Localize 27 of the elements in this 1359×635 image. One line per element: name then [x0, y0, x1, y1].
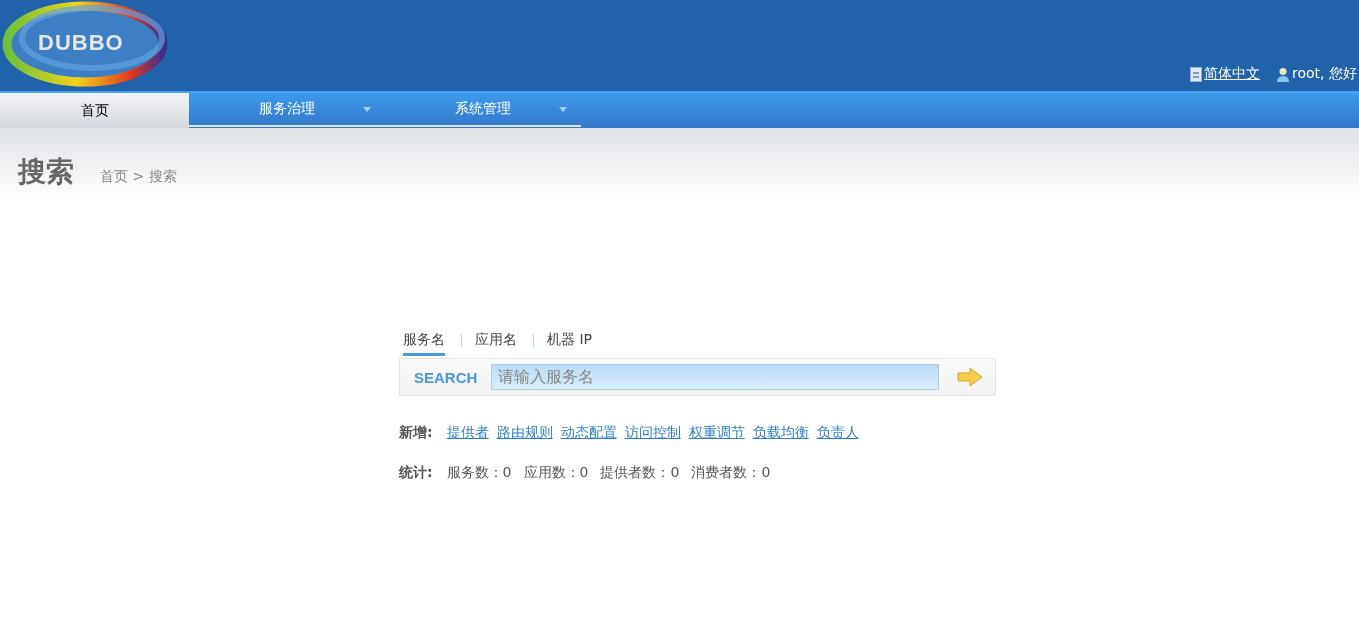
arrow-right-icon[interactable] — [957, 367, 983, 387]
add-link[interactable]: 路由规则 — [496, 424, 553, 442]
add-link[interactable]: 动态配置 — [560, 424, 617, 442]
stat-text: 应用数：0 — [523, 464, 589, 482]
stat-text: 服务数：0 — [446, 464, 512, 482]
add-link[interactable]: 权重调节 — [688, 424, 745, 442]
breadcrumb: 首页 > 搜索 — [100, 168, 177, 186]
language-link[interactable]: 简体中文 — [1204, 65, 1261, 83]
stat-text: 提供者数：0 — [600, 464, 680, 482]
stat-text: 消费者数：0 — [691, 464, 771, 482]
add-link[interactable]: 负责人 — [816, 424, 859, 442]
user-icon — [1276, 66, 1291, 82]
stats-label: 统计: — [399, 464, 433, 482]
user-greeting: root, 您好 — [1292, 65, 1357, 83]
nav-tab[interactable]: 首页 — [0, 93, 189, 128]
logo-text: DUBBO — [38, 30, 124, 56]
add-link[interactable]: 提供者 — [446, 424, 489, 442]
document-icon — [1190, 66, 1203, 82]
page-title: 搜索 — [18, 158, 74, 186]
search-field[interactable]: 请输入服务名 — [491, 364, 939, 390]
add-link[interactable]: 负载均衡 — [752, 424, 809, 442]
add-label: 新增: — [399, 424, 433, 442]
search-tab[interactable]: 机器 IP — [547, 330, 593, 356]
add-link[interactable]: 访问控制 — [624, 424, 681, 442]
search-label: SEARCH — [414, 368, 479, 386]
search-tab[interactable]: 服务名 — [403, 330, 445, 356]
search-tab[interactable]: 应用名 — [475, 330, 517, 356]
